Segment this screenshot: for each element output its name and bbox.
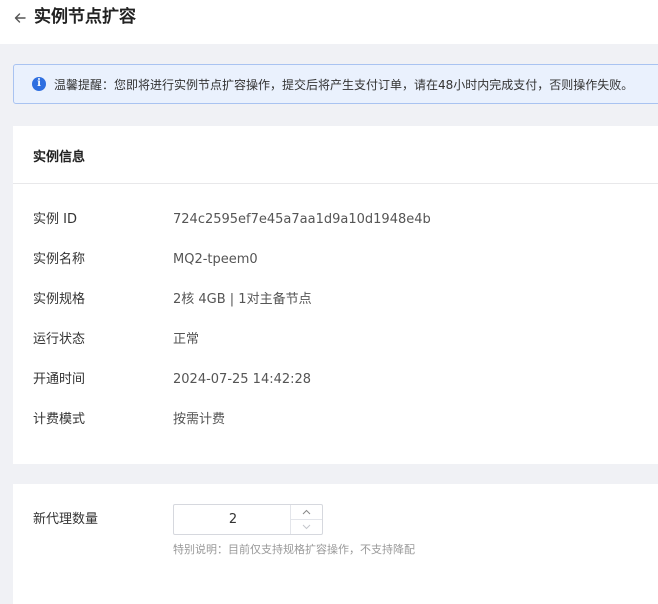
increment-button[interactable]	[291, 505, 322, 520]
instance-info-title: 实例信息	[33, 150, 86, 165]
info-value: 按需计费	[173, 412, 226, 427]
info-row-instance-spec: 实例规格 2核 4GB | 1对主备节点	[33, 290, 653, 310]
back-button[interactable]	[11, 9, 29, 27]
decrement-button[interactable]	[291, 520, 322, 534]
notice-text: 温馨提醒：您即将进行实例节点扩容操作，提交后将产生支付订单，请在48小时内完成支…	[54, 78, 634, 92]
scale-label: 新代理数量	[33, 512, 99, 527]
info-value: 正常	[173, 332, 200, 347]
info-row-status: 运行状态 正常	[33, 330, 653, 350]
info-label: 实例 ID	[33, 212, 77, 227]
info-label: 计费模式	[33, 412, 86, 427]
scale-card: 新代理数量 特别说明：目前仅支持规格扩容操作，不支持降配	[13, 484, 658, 604]
chevron-down-icon	[302, 524, 311, 530]
scale-row: 新代理数量	[33, 510, 653, 530]
info-label: 实例名称	[33, 252, 86, 267]
page-header: 实例节点扩容	[0, 0, 658, 44]
info-row-instance-name: 实例名称 MQ2-tpeem0	[33, 250, 653, 270]
instance-info-card: 实例信息 实例 ID 724c2595ef7e45a7aa1d9a10d1948…	[13, 126, 658, 464]
info-value: 2024-07-25 14:42:28	[173, 372, 312, 387]
arrow-left-icon	[14, 13, 26, 23]
chevron-up-icon	[302, 509, 311, 515]
scale-hint: 特别说明：目前仅支持规格扩容操作，不支持降配	[173, 543, 415, 556]
card-divider	[13, 183, 658, 184]
info-row-created-time: 开通时间 2024-07-25 14:42:28	[33, 370, 653, 390]
info-icon: i	[32, 77, 46, 91]
page-title: 实例节点扩容	[34, 7, 136, 27]
info-value: 2核 4GB | 1对主备节点	[173, 292, 312, 307]
info-value: MQ2-tpeem0	[173, 252, 258, 267]
stepper-buttons	[290, 505, 322, 534]
info-row-instance-id: 实例 ID 724c2595ef7e45a7aa1d9a10d1948e4b	[33, 210, 653, 230]
info-label: 实例规格	[33, 292, 86, 307]
quantity-stepper[interactable]	[173, 504, 323, 535]
quantity-input[interactable]	[174, 505, 292, 534]
info-label: 开通时间	[33, 372, 86, 387]
info-row-billing-mode: 计费模式 按需计费	[33, 410, 653, 430]
notice-banner: i 温馨提醒：您即将进行实例节点扩容操作，提交后将产生支付订单，请在48小时内完…	[13, 64, 658, 104]
info-label: 运行状态	[33, 332, 86, 347]
info-value: 724c2595ef7e45a7aa1d9a10d1948e4b	[173, 212, 431, 227]
